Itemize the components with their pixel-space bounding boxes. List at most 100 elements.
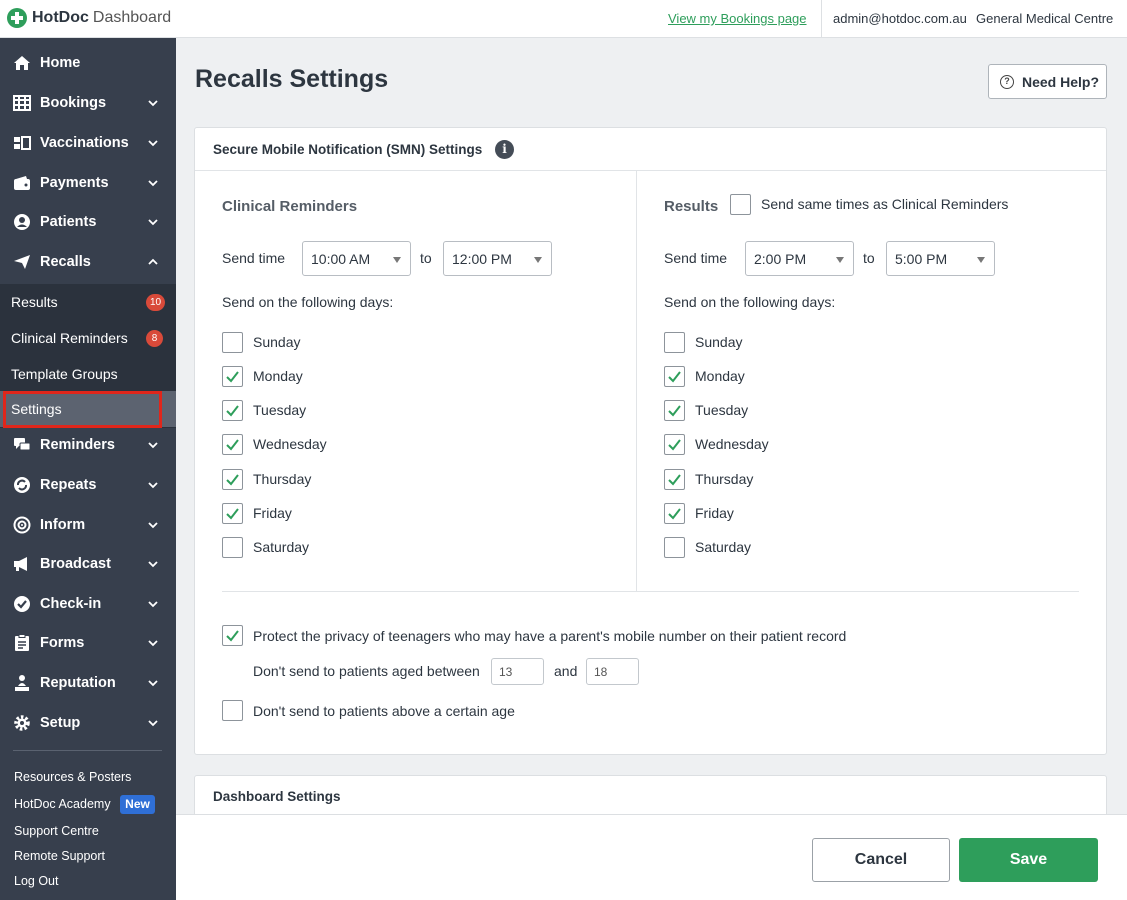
day-checkbox-monday[interactable] [222,366,243,387]
sidebar-item-label: Setup [40,715,81,731]
caret-down-icon [836,257,844,263]
sidebar-item-inform[interactable]: Inform [0,507,176,543]
dashboard-settings-title: Dashboard Settings [213,789,341,804]
sidebar-item-vaccinations[interactable]: Vaccinations [0,125,176,161]
hotdoc-logo[interactable]: HotDoc Dashboard [7,8,171,28]
account-email[interactable]: admin@hotdoc.com.au [833,11,967,26]
age-max-value: 18 [594,665,608,679]
day-label: Wednesday [253,436,327,452]
day-checkbox-thursday[interactable] [222,469,243,490]
need-help-label: Need Help? [1022,74,1100,90]
info-icon[interactable]: i [495,140,514,159]
above-age-checkbox[interactable] [222,700,243,721]
day-checkbox-sunday[interactable] [664,332,685,353]
same-times-checkbox[interactable] [730,194,751,215]
remote-support-link[interactable]: Remote Support [14,849,105,863]
sidebar-divider [13,750,162,751]
sidebar-item-repeats[interactable]: Repeats [0,467,176,503]
day-checkbox-wednesday[interactable] [222,434,243,455]
count-badge: 8 [146,330,163,347]
log-out-link[interactable]: Log Out [14,874,58,888]
day-checkbox-saturday[interactable] [664,537,685,558]
section-divider [222,591,1079,592]
day-checkbox-tuesday[interactable] [664,400,685,421]
clinical-reminders-title: Clinical Reminders [222,198,358,215]
logo-brand: HotDoc [32,9,89,26]
megaphone-icon [13,555,31,573]
sidebar-item-check-in[interactable]: Check-in [0,586,176,622]
sidebar-item-payments[interactable]: Payments [0,165,176,201]
footer-action-bar: Cancel Save [176,814,1127,900]
day-label: Monday [253,368,303,384]
sidebar-item-setup[interactable]: Setup [0,705,176,741]
day-label: Sunday [253,334,301,350]
day-checkbox-wednesday[interactable] [664,434,685,455]
sidebar-item-home[interactable]: Home [0,45,176,81]
day-label: Tuesday [695,402,749,418]
day-checkbox-saturday[interactable] [222,537,243,558]
to-label: to [420,250,432,266]
column-divider [636,171,637,591]
sidebar-item-label: Forms [40,635,85,651]
day-checkbox-thursday[interactable] [664,469,685,490]
send-time-label: Send time [664,250,728,266]
age-min-input[interactable]: 13 [491,658,544,685]
day-checkbox-tuesday[interactable] [222,400,243,421]
submenu-item-clinical-reminders[interactable]: Clinical Reminders 8 [0,320,176,356]
sidebar-item-broadcast[interactable]: Broadcast [0,546,176,582]
sidebar-item-forms[interactable]: Forms [0,625,176,661]
sidebar-item-label: Broadcast [40,556,111,572]
sidebar-item-label: Home [40,55,81,71]
chevron-down-icon [148,138,158,148]
same-times-label: Send same times as Clinical Reminders [761,196,1009,212]
chevron-down-icon [148,98,158,108]
results-from-time-select[interactable]: 2:00 PM [745,241,854,276]
sidebar-item-patients[interactable]: Patients [0,204,176,240]
home-icon [13,54,31,72]
top-bar: HotDoc Dashboard View my Bookings page a… [0,0,1127,38]
view-bookings-link[interactable]: View my Bookings page [668,11,807,26]
cancel-button[interactable]: Cancel [812,838,950,882]
need-help-button[interactable]: ? Need Help? [988,64,1107,99]
caret-down-icon [534,257,542,263]
caret-down-icon [393,257,401,263]
select-value: 5:00 PM [895,251,948,267]
days-label: Send on the following days: [664,294,836,310]
smn-settings-title: Secure Mobile Notification (SMN) Setting… [213,142,483,157]
sidebar-item-recalls[interactable]: Recalls [0,244,176,280]
submenu-item-settings[interactable]: Settings [0,391,176,428]
day-checkbox-friday[interactable] [664,503,685,524]
chevron-up-icon [148,257,158,267]
support-centre-link[interactable]: Support Centre [14,824,99,838]
day-checkbox-monday[interactable] [664,366,685,387]
age-max-input[interactable]: 18 [586,658,639,685]
to-label: to [863,250,875,266]
page-title: Recalls Settings [195,65,389,93]
person-stand-icon [13,674,31,692]
day-checkbox-sunday[interactable] [222,332,243,353]
new-badge: New [120,795,155,814]
save-button[interactable]: Save [959,838,1098,882]
count-badge: 10 [146,294,166,311]
hotdoc-academy-link[interactable]: HotDoc Academy [14,797,111,811]
submenu-item-label: Template Groups [11,366,118,382]
sidebar-item-reputation[interactable]: Reputation [0,665,176,701]
clinic-name[interactable]: General Medical Centre [976,11,1113,26]
clinical-to-time-select[interactable]: 12:00 PM [443,241,552,276]
chevron-down-icon [148,678,158,688]
logo-subtitle: Dashboard [92,9,172,26]
topbar-divider [821,0,822,38]
resources-posters-link[interactable]: Resources & Posters [14,770,131,784]
results-to-time-select[interactable]: 5:00 PM [886,241,995,276]
submenu-item-results[interactable]: Results 10 [0,284,176,320]
protect-teen-privacy-checkbox[interactable] [222,625,243,646]
chevron-down-icon [148,178,158,188]
submenu-item-template-groups[interactable]: Template Groups [0,356,176,392]
select-value: 10:00 AM [311,251,371,267]
clinical-from-time-select[interactable]: 10:00 AM [302,241,411,276]
sidebar-item-bookings[interactable]: Bookings [0,85,176,121]
sidebar-item-reminders[interactable]: Reminders [0,427,176,463]
vaccine-icon [13,134,31,152]
day-label: Monday [695,368,745,384]
day-checkbox-friday[interactable] [222,503,243,524]
